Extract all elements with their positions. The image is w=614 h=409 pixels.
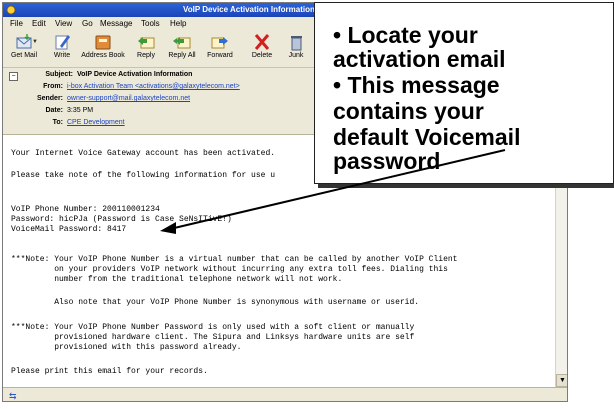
sender-label: Sender: xyxy=(36,95,63,102)
window-title: VoIP Device Activation Information xyxy=(183,5,315,14)
body-line: provisioned hardware client. The Sipura … xyxy=(11,333,415,342)
to-link[interactable]: CPE Development xyxy=(67,119,125,126)
body-line: number from the traditional telephone ne… xyxy=(11,275,343,284)
get-mail-icon xyxy=(16,34,32,49)
from-link[interactable]: i-box Activation Team <activations@galax… xyxy=(67,83,240,90)
body-line: VoIP Phone Number: 200110001234 xyxy=(11,205,160,214)
to-label: To: xyxy=(52,119,63,126)
menu-tools[interactable]: Tools xyxy=(141,19,160,28)
date-label: Date: xyxy=(45,107,63,114)
callout-line: default Voicemail xyxy=(333,124,521,150)
callout-line: • This message xyxy=(333,72,500,98)
delete-icon xyxy=(254,34,270,50)
annotation-callout: • Locate your activation email • This me… xyxy=(314,2,614,184)
body-line: ***Note: Your VoIP Phone Number Password… xyxy=(11,323,415,332)
body-line: on your providers VoIP network without i… xyxy=(11,265,448,274)
reply-all-icon xyxy=(173,37,191,49)
reply-all-button[interactable]: Reply All xyxy=(163,33,201,65)
callout-line: password xyxy=(333,148,441,174)
app-icon xyxy=(6,5,16,15)
date-value: 3:35 PM xyxy=(67,107,94,114)
body-line: provisioned with this password already. xyxy=(11,343,242,352)
callout-line: • Locate your xyxy=(333,22,478,48)
menu-view[interactable]: View xyxy=(55,19,72,28)
body-line: ***Note: Your VoIP Phone Number is a vir… xyxy=(11,255,458,264)
get-mail-button[interactable]: ▼ Get Mail xyxy=(5,33,43,65)
subject-value: VoIP Device Activation Information xyxy=(77,71,193,78)
chevron-down-icon[interactable]: ▼ xyxy=(32,39,38,45)
status-icon: ⇆ xyxy=(9,391,17,401)
body-line: Please take note of the following inform… xyxy=(11,171,276,180)
forward-button[interactable]: Forward xyxy=(201,33,239,65)
junk-button[interactable]: Junk xyxy=(277,33,315,65)
body-line: Password: hicPJa (Password is Case SeNsI… xyxy=(11,215,232,224)
scroll-down-icon[interactable]: ▼ xyxy=(556,374,567,387)
reply-icon xyxy=(138,37,155,49)
menu-go[interactable]: Go xyxy=(82,19,93,28)
body-line: Please print this email for your records… xyxy=(11,367,208,376)
junk-icon xyxy=(291,36,302,51)
body-line: Also note that your VoIP Phone Number is… xyxy=(11,298,420,307)
menu-message[interactable]: Message xyxy=(100,19,132,28)
write-button[interactable]: Write xyxy=(43,33,81,65)
write-icon xyxy=(55,35,70,50)
voicemail-password-line: VoiceMail Password: 8417 xyxy=(11,225,127,234)
from-label: From: xyxy=(43,83,63,90)
callout-line: contains your xyxy=(333,98,484,124)
address-book-button[interactable]: Address Book xyxy=(81,33,125,65)
sender-link[interactable]: owner-support@mail.galaxytelecom.net xyxy=(67,95,190,102)
subject-label: Subject: xyxy=(45,71,73,78)
reply-button[interactable]: Reply xyxy=(127,33,165,65)
menu-edit[interactable]: Edit xyxy=(32,19,46,28)
body-line: Your Internet Voice Gateway account has … xyxy=(11,149,276,158)
status-bar: ⇆ xyxy=(3,387,567,401)
menu-file[interactable]: File xyxy=(10,19,23,28)
forward-icon xyxy=(211,37,228,49)
callout-line: activation email xyxy=(333,46,506,72)
address-book-icon xyxy=(95,35,111,50)
menu-help[interactable]: Help xyxy=(170,19,186,28)
delete-button[interactable]: Delete xyxy=(243,33,281,65)
